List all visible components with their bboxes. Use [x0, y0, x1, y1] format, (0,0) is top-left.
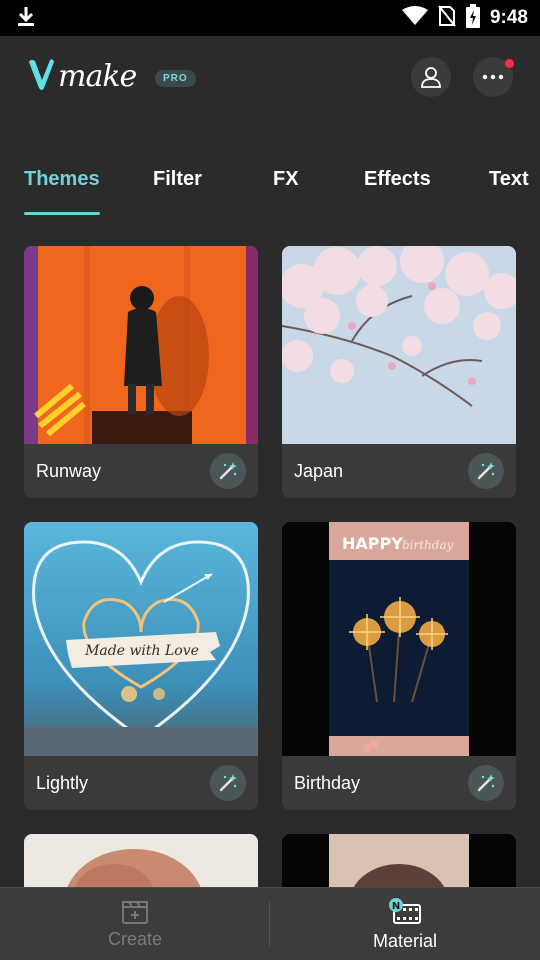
more-icon	[482, 74, 504, 80]
thumb-happy-text: HAPPY	[342, 534, 403, 553]
wifi-icon	[401, 5, 428, 31]
tab-filter[interactable]: Filter	[153, 168, 202, 191]
magic-wand-button[interactable]	[468, 453, 504, 489]
nav-material-label: Material	[372, 931, 438, 951]
pro-badge[interactable]: PRO	[155, 70, 196, 87]
magic-wand-button[interactable]	[468, 765, 504, 801]
magic-wand-icon	[477, 774, 495, 792]
tab-text[interactable]: Text	[489, 168, 529, 191]
no-sim-icon	[438, 4, 456, 32]
status-bar: 9:48	[0, 0, 540, 36]
nav-create[interactable]: Create	[0, 888, 270, 960]
tab-fx[interactable]: FX	[273, 168, 299, 191]
user-icon	[421, 67, 441, 88]
film-material-icon: N	[389, 898, 421, 924]
magic-wand-icon	[219, 462, 237, 480]
theme-card-runway[interactable]: Runway	[24, 246, 258, 498]
status-time: 9:48	[489, 7, 528, 28]
card-title: Lightly	[36, 772, 89, 793]
runway-thumbnail	[24, 246, 258, 444]
thumb-birthday-text: birthday	[402, 538, 454, 552]
card-title: Runway	[36, 460, 102, 481]
tab-effects[interactable]: Effects	[364, 168, 431, 191]
magic-wand-icon	[219, 774, 237, 792]
theme-card-partial-2[interactable]	[282, 834, 516, 894]
profile-button[interactable]	[411, 57, 451, 97]
logo-text: make	[58, 59, 137, 94]
partial-thumbnail	[24, 834, 258, 894]
notification-dot	[505, 59, 514, 68]
theme-card-birthday[interactable]: HAPPY birthday Birthday	[282, 522, 516, 810]
birthday-thumbnail: HAPPY birthday	[282, 522, 516, 756]
theme-card-lightly[interactable]: Made with Love Lightly	[24, 522, 258, 810]
magic-wand-icon	[477, 462, 495, 480]
active-tab-indicator	[24, 212, 100, 215]
card-footer: Japan	[282, 444, 516, 498]
theme-card-partial-1[interactable]	[24, 834, 258, 894]
magic-wand-button[interactable]	[210, 765, 246, 801]
card-footer: Birthday	[282, 756, 516, 810]
battery-charging-icon	[465, 3, 480, 33]
nav-create-label: Create	[107, 929, 163, 949]
card-footer: Runway	[24, 444, 258, 498]
messages-button[interactable]	[473, 57, 514, 97]
app-header: make PRO	[0, 36, 540, 136]
lightly-thumbnail: Made with Love	[24, 522, 258, 756]
magic-wand-button[interactable]	[210, 453, 246, 489]
category-tabs: Themes Filter FX Effects Text	[0, 160, 540, 218]
japan-thumbnail	[282, 246, 516, 444]
nav-material[interactable]: N Material	[270, 888, 540, 960]
thumb-caption: Made with Love	[84, 643, 199, 659]
clapperboard-plus-icon	[122, 901, 148, 924]
logo-v-icon	[29, 59, 54, 90]
bottom-navigation: Create N Material	[0, 887, 540, 960]
new-badge: N	[392, 901, 400, 912]
download-icon	[16, 5, 36, 32]
card-footer: Lightly	[24, 756, 258, 810]
card-title: Japan	[294, 460, 344, 481]
vmake-logo: make	[26, 56, 137, 94]
tab-themes[interactable]: Themes	[24, 168, 100, 191]
partial-thumbnail	[282, 834, 516, 894]
card-title: Birthday	[294, 772, 361, 793]
theme-card-japan[interactable]: Japan	[282, 246, 516, 498]
